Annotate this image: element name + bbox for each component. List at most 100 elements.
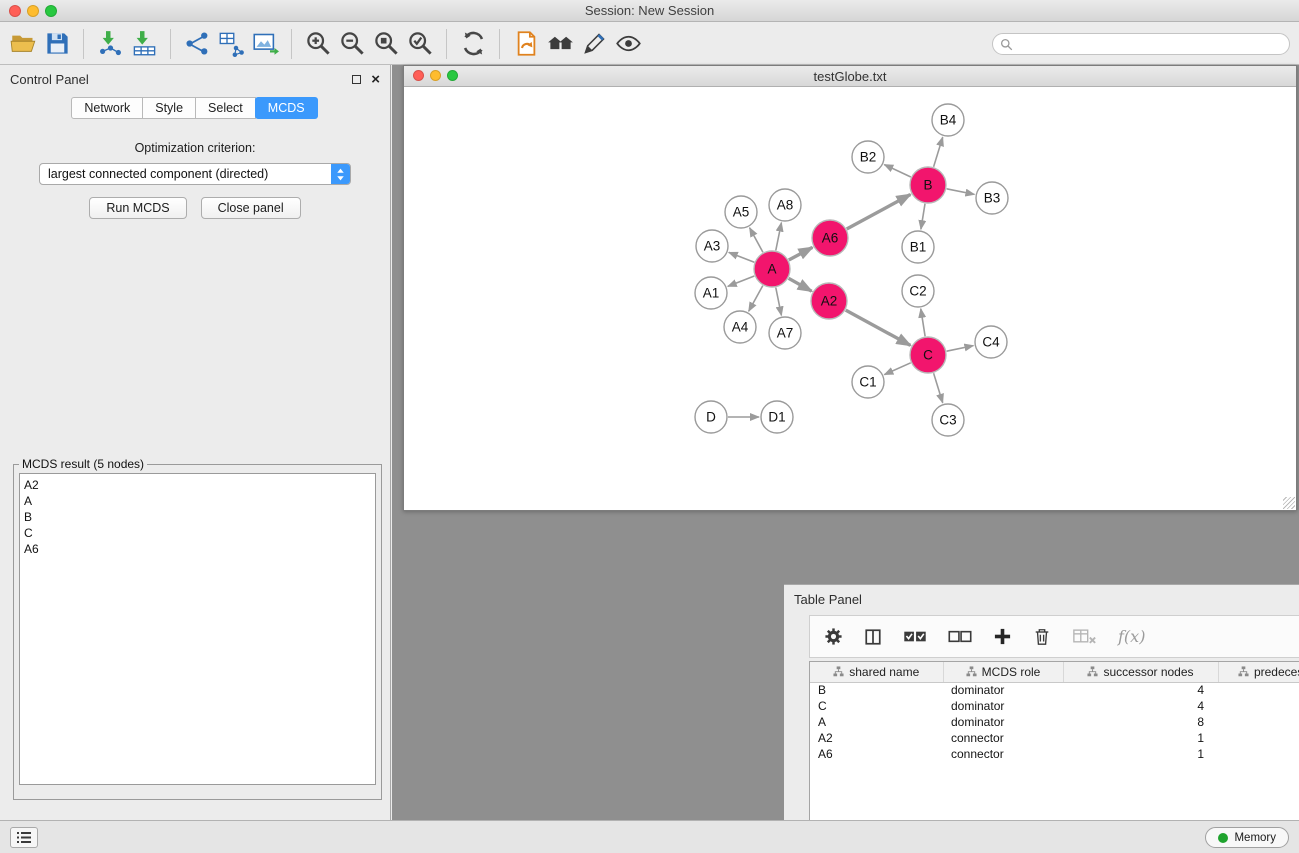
zoom-network-window-button[interactable] bbox=[447, 70, 458, 81]
graph-node-B1[interactable]: B1 bbox=[902, 231, 934, 263]
tab-mcds[interactable]: MCDS bbox=[255, 97, 318, 119]
function-builder-button[interactable]: f(x) bbox=[1118, 627, 1145, 646]
graph-edge-B-B4[interactable] bbox=[934, 137, 943, 167]
minimize-window-button[interactable] bbox=[27, 5, 39, 17]
graph-node-A7[interactable]: A7 bbox=[769, 317, 801, 349]
close-panel-icon[interactable]: × bbox=[371, 72, 380, 87]
open-session-button[interactable] bbox=[6, 27, 40, 61]
graph-node-B4[interactable]: B4 bbox=[932, 104, 964, 136]
export-image-button[interactable] bbox=[248, 27, 282, 61]
zoom-selected-button[interactable] bbox=[403, 27, 437, 61]
graph-edge-A-A1[interactable] bbox=[728, 276, 755, 286]
graph-node-C3[interactable]: C3 bbox=[932, 404, 964, 436]
apply-layout-button[interactable] bbox=[456, 27, 490, 61]
graph-edge-B-B1[interactable] bbox=[921, 204, 925, 229]
undock-panel-icon[interactable] bbox=[352, 75, 361, 84]
graph-edge-A-A3[interactable] bbox=[729, 252, 755, 262]
open-recent-button[interactable] bbox=[509, 27, 543, 61]
graph-edge-A2-C[interactable] bbox=[846, 310, 911, 345]
graph-node-B[interactable]: B bbox=[910, 167, 946, 203]
graph-edge-A-A6[interactable] bbox=[789, 247, 813, 260]
graph-node-A4[interactable]: A4 bbox=[724, 311, 756, 343]
table-row[interactable]: Cdominator41C bbox=[810, 698, 1299, 714]
graph-node-A1[interactable]: A1 bbox=[695, 277, 727, 309]
minimize-network-window-button[interactable] bbox=[430, 70, 441, 81]
zoom-window-button[interactable] bbox=[45, 5, 57, 17]
graph-edge-A-A5[interactable] bbox=[750, 228, 763, 253]
task-history-button[interactable] bbox=[10, 827, 38, 848]
table-row[interactable]: Adominator80A bbox=[810, 714, 1299, 730]
graph-node-C2[interactable]: C2 bbox=[902, 275, 934, 307]
toolbar-search[interactable] bbox=[992, 33, 1290, 55]
graph-edge-B-B3[interactable] bbox=[947, 189, 975, 195]
home-button[interactable] bbox=[543, 27, 577, 61]
column-header-shared-name[interactable]: shared name bbox=[810, 662, 943, 682]
graph-edge-C-C3[interactable] bbox=[934, 373, 943, 403]
tab-select[interactable]: Select bbox=[195, 97, 256, 119]
deselect-all-button[interactable] bbox=[948, 629, 972, 644]
graph-node-C[interactable]: C bbox=[910, 337, 946, 373]
import-network-button[interactable] bbox=[93, 27, 127, 61]
graph-node-A2[interactable]: A2 bbox=[811, 283, 847, 319]
add-row-button[interactable] bbox=[993, 627, 1012, 646]
graph-node-A5[interactable]: A5 bbox=[725, 196, 757, 228]
save-session-button[interactable] bbox=[40, 27, 74, 61]
memory-button[interactable]: Memory bbox=[1205, 827, 1289, 848]
network-canvas[interactable]: B4 B2 B B3 A8 A5 A6 B1 A3 A C2 A1 A2 A4 A7 C4 C C1 C3 D D1 bbox=[404, 87, 1296, 510]
column-header-mcds-role[interactable]: MCDS role bbox=[943, 662, 1063, 682]
column-header-successor-nodes[interactable]: successor nodes bbox=[1063, 662, 1218, 682]
graph-edge-C-C2[interactable] bbox=[921, 309, 925, 336]
graph-node-A8[interactable]: A8 bbox=[769, 189, 801, 221]
show-columns-button[interactable] bbox=[864, 628, 882, 646]
network-graph[interactable]: B4 B2 B B3 A8 A5 A6 B1 A3 A C2 A1 A2 A4 A7 C4 C C1 C3 D D1 bbox=[404, 87, 1296, 510]
graph-node-C4[interactable]: C4 bbox=[975, 326, 1007, 358]
mcds-result-list[interactable]: A2 A B C A6 bbox=[19, 473, 376, 785]
network-table-button[interactable] bbox=[214, 27, 248, 61]
tab-style[interactable]: Style bbox=[142, 97, 196, 119]
graph-node-A3[interactable]: A3 bbox=[696, 230, 728, 262]
import-table-button[interactable] bbox=[127, 27, 161, 61]
graph-node-B2[interactable]: B2 bbox=[852, 141, 884, 173]
mcds-result-item[interactable]: A bbox=[24, 493, 371, 509]
select-all-button[interactable] bbox=[903, 629, 927, 644]
graph-node-A[interactable]: A bbox=[754, 251, 790, 287]
close-window-button[interactable] bbox=[9, 5, 21, 17]
graph-edge-C-C1[interactable] bbox=[884, 363, 910, 375]
graph-edge-A-A7[interactable] bbox=[776, 288, 782, 316]
close-panel-button[interactable]: Close panel bbox=[201, 197, 301, 219]
close-network-window-button[interactable] bbox=[413, 70, 424, 81]
graph-edge-B-B2[interactable] bbox=[884, 165, 911, 177]
network-window-titlebar[interactable]: testGlobe.txt bbox=[404, 66, 1296, 87]
delete-row-button[interactable] bbox=[1033, 627, 1051, 646]
graph-edge-A-A8[interactable] bbox=[776, 223, 782, 251]
graph-edge-A6-B[interactable] bbox=[847, 195, 911, 230]
annotation-button[interactable] bbox=[577, 27, 611, 61]
network-button[interactable] bbox=[180, 27, 214, 61]
graph-edge-A-A4[interactable] bbox=[749, 286, 763, 312]
mcds-result-item[interactable]: C bbox=[24, 525, 371, 541]
optimization-criterion-select[interactable]: largest connected component (directed) bbox=[39, 163, 351, 185]
delete-table-button[interactable] bbox=[1072, 628, 1097, 645]
mcds-result-item[interactable]: A2 bbox=[24, 477, 371, 493]
graph-edge-A-A2[interactable] bbox=[789, 278, 812, 291]
run-mcds-button[interactable]: Run MCDS bbox=[89, 197, 186, 219]
zoom-fit-button[interactable] bbox=[369, 27, 403, 61]
mcds-result-item[interactable]: A6 bbox=[24, 541, 371, 557]
table-row[interactable]: Bdominator41B bbox=[810, 682, 1299, 698]
zoom-in-button[interactable] bbox=[301, 27, 335, 61]
column-header-predecessor-nodes[interactable]: predecessor nodes bbox=[1218, 662, 1299, 682]
table-settings-button[interactable] bbox=[824, 627, 843, 646]
graph-node-B3[interactable]: B3 bbox=[976, 182, 1008, 214]
search-input[interactable] bbox=[1017, 37, 1289, 51]
graph-node-D1[interactable]: D1 bbox=[761, 401, 793, 433]
show-hide-button[interactable] bbox=[611, 27, 645, 61]
table-row[interactable]: A2connector11A2 bbox=[810, 730, 1299, 746]
zoom-out-button[interactable] bbox=[335, 27, 369, 61]
graph-node-C1[interactable]: C1 bbox=[852, 366, 884, 398]
graph-node-D[interactable]: D bbox=[695, 401, 727, 433]
tab-network[interactable]: Network bbox=[71, 97, 143, 119]
graph-node-A6[interactable]: A6 bbox=[812, 220, 848, 256]
mcds-result-item[interactable]: B bbox=[24, 509, 371, 525]
graph-edge-C-C4[interactable] bbox=[947, 346, 974, 352]
table-row[interactable]: A6connector11A6 bbox=[810, 746, 1299, 762]
